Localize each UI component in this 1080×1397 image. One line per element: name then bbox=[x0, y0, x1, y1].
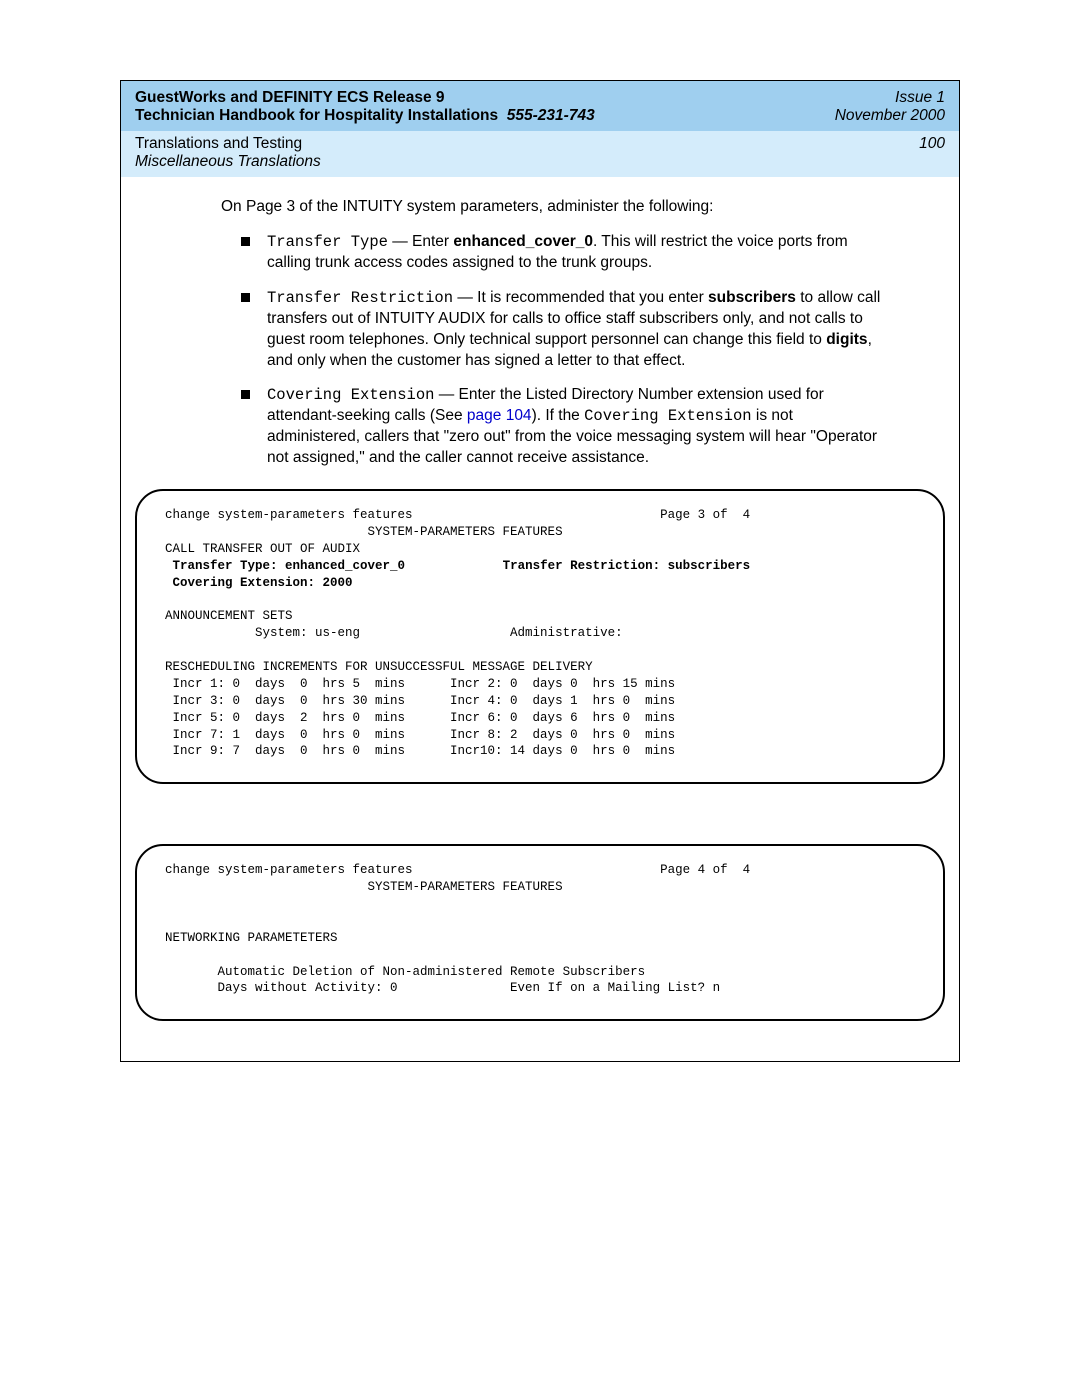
terminal-screen-page3: change system-parameters features Page 3… bbox=[135, 489, 945, 784]
term-line-bold: Transfer Restriction: subscribers bbox=[405, 559, 750, 573]
term-transfer-type: Transfer Type bbox=[267, 233, 388, 251]
term-line: System: us-eng Administrative: bbox=[165, 626, 623, 640]
term-line: RESCHEDULING INCREMENTS FOR UNSUCCESSFUL… bbox=[165, 660, 593, 674]
terminal-screen-page4: change system-parameters features Page 4… bbox=[135, 844, 945, 1021]
term-line: Incr 1: 0 days 0 hrs 5 mins Incr 2: 0 da… bbox=[165, 677, 675, 691]
section-name-1: Translations and Testing bbox=[135, 135, 321, 153]
page-container: GuestWorks and DEFINITY ECS Release 9 Te… bbox=[120, 80, 960, 1062]
term-line: Incr 3: 0 days 0 hrs 30 mins Incr 4: 0 d… bbox=[165, 694, 675, 708]
header-bar-primary: GuestWorks and DEFINITY ECS Release 9 Te… bbox=[121, 81, 959, 131]
term-line-bold: Covering Extension: 2000 bbox=[165, 576, 353, 590]
term-line: SYSTEM-PARAMETERS FEATURES bbox=[165, 525, 563, 539]
term-line: CALL TRANSFER OUT OF AUDIX bbox=[165, 542, 360, 556]
section-name-2: Miscellaneous Translations bbox=[135, 153, 321, 171]
text-sep: — Enter bbox=[388, 233, 453, 250]
doc-number: 555-231-743 bbox=[507, 107, 595, 124]
term-line: change system-parameters features Page 4… bbox=[165, 863, 750, 877]
term-line-bold: Transfer Type: enhanced_cover_0 bbox=[165, 559, 405, 573]
header-right: Issue 1 November 2000 bbox=[835, 89, 945, 125]
header-bar-secondary: Translations and Testing Miscellaneous T… bbox=[121, 131, 959, 177]
term-line: Days without Activity: 0 Even If on a Ma… bbox=[165, 981, 720, 995]
term-line: SYSTEM-PARAMETERS FEATURES bbox=[165, 880, 563, 894]
doc-subtitle: Technician Handbook for Hospitality Inst… bbox=[135, 107, 498, 124]
term-covering-extension-2: Covering Extension bbox=[584, 407, 751, 425]
term-covering-extension: Covering Extension bbox=[267, 386, 434, 404]
doc-subtitle-row: Technician Handbook for Hospitality Inst… bbox=[135, 107, 595, 125]
intro-paragraph: On Page 3 of the INTUITY system paramete… bbox=[211, 197, 889, 218]
body-text: On Page 3 of the INTUITY system paramete… bbox=[121, 177, 959, 469]
term-line: Automatic Deletion of Non-administered R… bbox=[165, 965, 645, 979]
value-subscribers: subscribers bbox=[708, 289, 796, 306]
term-line: Incr 5: 0 days 2 hrs 0 mins Incr 6: 0 da… bbox=[165, 711, 675, 725]
text-rest1: ). If the bbox=[532, 407, 585, 424]
bullet-transfer-restriction: Transfer Restriction — It is recommended… bbox=[241, 288, 889, 372]
doc-title: GuestWorks and DEFINITY ECS Release 9 bbox=[135, 89, 595, 107]
value-enhanced-cover: enhanced_cover_0 bbox=[453, 233, 593, 250]
link-page-104[interactable]: page 104 bbox=[467, 407, 532, 424]
bullet-list: Transfer Type — Enter enhanced_cover_0. … bbox=[211, 232, 889, 469]
term-line: change system-parameters features Page 3… bbox=[165, 508, 750, 522]
text-sep: — It is recommended that you enter bbox=[453, 289, 708, 306]
term-line: NETWORKING PARAMETETERS bbox=[165, 931, 338, 945]
term-line: Incr 9: 7 days 0 hrs 0 mins Incr10: 14 d… bbox=[165, 744, 675, 758]
term-line: ANNOUNCEMENT SETS bbox=[165, 609, 293, 623]
value-digits: digits bbox=[826, 331, 867, 348]
term-line: Incr 7: 1 days 0 hrs 0 mins Incr 8: 2 da… bbox=[165, 728, 675, 742]
issue-label: Issue 1 bbox=[835, 89, 945, 107]
page-number: 100 bbox=[919, 135, 945, 153]
header-section-block: Translations and Testing Miscellaneous T… bbox=[135, 135, 321, 171]
term-transfer-restriction: Transfer Restriction bbox=[267, 289, 453, 307]
issue-date: November 2000 bbox=[835, 107, 945, 125]
bullet-transfer-type: Transfer Type — Enter enhanced_cover_0. … bbox=[241, 232, 889, 274]
bullet-covering-extension: Covering Extension — Enter the Listed Di… bbox=[241, 385, 889, 469]
header-left: GuestWorks and DEFINITY ECS Release 9 Te… bbox=[135, 89, 595, 125]
